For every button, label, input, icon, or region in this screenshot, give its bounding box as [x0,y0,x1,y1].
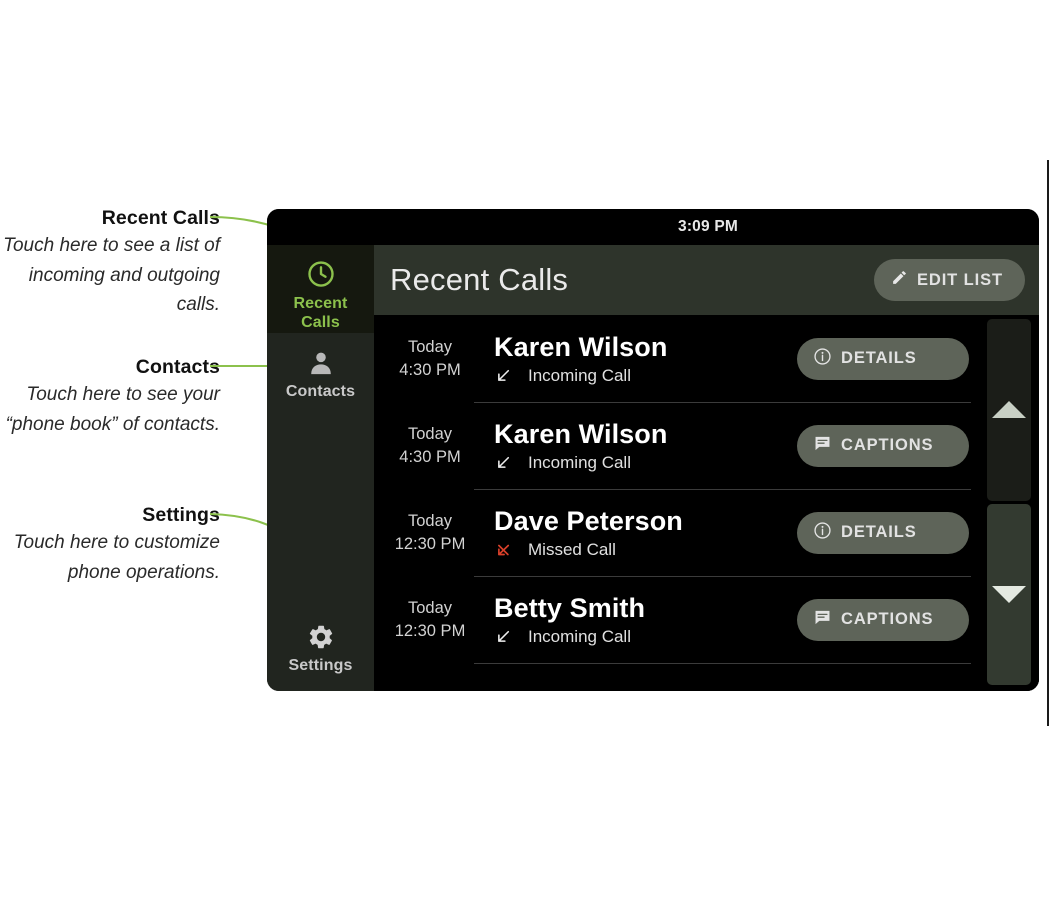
list-area: Today 4:30 PM Karen Wilson Incoming Call… [374,315,1039,691]
sidebar-item-settings[interactable]: Settings [267,609,374,691]
caller-name: Betty Smith [494,592,646,623]
table-row[interactable]: Today 4:30 PM Karen Wilson Incoming Call… [374,402,983,489]
info-circle-icon [813,521,832,545]
caller-name: (221) 555-1212 [494,690,797,692]
call-type-row: Incoming Call [494,366,797,386]
scroll-up-button[interactable] [987,319,1031,501]
caller-name: Karen Wilson [494,418,668,449]
call-time: 4:30 PM [399,447,461,466]
missed-call-icon [494,541,514,559]
gear-icon [307,623,335,651]
call-type-label: Incoming Call [528,365,631,385]
phone-device: 3:09 PM Recent Calls Contacts Settings R… [267,209,1039,691]
sidebar-item-label: Settings [288,657,353,674]
scroll-down-button[interactable] [987,503,1031,685]
sidebar-item-label: Contacts [285,383,356,400]
row-action: DETAILS [797,337,983,380]
call-timestamp: Today 4:30 PM [382,336,478,382]
sidebar-item-label: Recent Calls [293,295,348,331]
table-row[interactable]: Today (221) 555-1212 [374,663,983,691]
captions-button[interactable]: CAPTIONS [797,424,969,467]
call-info: Karen Wilson Incoming Call [478,332,797,386]
status-bar: 3:09 PM [267,209,1039,245]
captions-button[interactable]: CAPTIONS [797,598,969,641]
callout-title: Settings [142,504,220,526]
call-type-label: Incoming Call [528,452,631,472]
table-row[interactable]: Today 12:30 PM Betty Smith Incoming Call… [374,576,983,663]
pencil-icon [891,269,908,291]
callout-title: Contacts [135,356,220,378]
details-button[interactable]: DETAILS [797,511,969,554]
sidebar-item-recent-calls[interactable]: Recent Calls [267,245,374,333]
action-label: CAPTIONS [841,436,934,454]
caller-name: Karen Wilson [494,331,668,362]
call-day: Today [407,337,453,356]
row-action: CAPTIONS [797,424,983,467]
scrollbar [983,315,1039,691]
action-label: DETAILS [841,349,917,367]
table-row[interactable]: Today 4:30 PM Karen Wilson Incoming Call… [374,315,983,402]
content-panel: Recent Calls EDIT LIST Today 4:30 PM Kar… [374,245,1039,691]
info-circle-icon [813,347,832,371]
clock-icon [306,259,336,289]
table-row[interactable]: Today 12:30 PM Dave Peterson Missed Call… [374,489,983,576]
call-type-row: Incoming Call [494,453,797,473]
chat-bubble-icon [813,434,832,458]
caller-name: Dave Peterson [494,505,683,536]
person-icon [307,349,335,377]
call-time: 12:30 PM [394,534,466,553]
call-type-label: Incoming Call [528,626,631,646]
content-header: Recent Calls EDIT LIST [374,245,1039,315]
call-info: Betty Smith Incoming Call [478,593,797,647]
call-info: Dave Peterson Missed Call [478,506,797,560]
arrow-down-left-icon [494,628,514,646]
call-day: Today [407,424,453,443]
callout-body: Touch here to see a list of incoming and… [3,235,220,315]
callout-contacts: Contacts Touch here to see your “phone b… [0,354,220,439]
call-time: 4:30 PM [399,360,461,379]
arrow-down-left-icon [494,454,514,472]
page-title: Recent Calls [390,262,569,297]
recent-calls-list: Today 4:30 PM Karen Wilson Incoming Call… [374,315,983,691]
sidebar: Recent Calls Contacts Settings [267,245,374,691]
callout-body: Touch here to see your “phone book” of c… [5,384,220,435]
call-type-row: Incoming Call [494,627,797,647]
triangle-down-icon [992,585,1026,603]
row-action: DETAILS [797,511,983,554]
call-type-label: Missed Call [528,539,616,559]
call-time: 12:30 PM [394,621,466,640]
action-label: CAPTIONS [841,610,934,628]
callout-body: Touch here to customize phone operations… [13,532,220,583]
status-clock: 3:09 PM [678,218,738,235]
call-timestamp: Today 12:30 PM [382,597,478,643]
page-edge-rule [1047,160,1049,726]
callout-title: Recent Calls [101,207,220,229]
call-timestamp: Today 12:30 PM [382,510,478,556]
call-type-row: Missed Call [494,540,797,560]
callout-settings: Settings Touch here to customize phone o… [0,502,220,587]
row-action: CAPTIONS [797,598,983,641]
action-label: DETAILS [841,523,917,541]
call-day: Today [407,511,453,530]
chat-bubble-icon [813,608,832,632]
triangle-up-icon [992,401,1026,419]
sidebar-item-contacts[interactable]: Contacts [267,333,374,419]
edit-list-button[interactable]: EDIT LIST [873,259,1025,301]
call-timestamp: Today 4:30 PM [382,423,478,469]
call-day: Today [407,598,453,617]
callout-recent-calls: Recent Calls Touch here to see a list of… [0,205,220,320]
arrow-down-left-icon [494,367,514,385]
call-info: Karen Wilson Incoming Call [478,419,797,473]
device-body: Recent Calls Contacts Settings Recent Ca… [267,245,1039,691]
page-canvas: Recent Calls Touch here to see a list of… [0,0,1056,900]
details-button[interactable]: DETAILS [797,337,969,380]
call-info: (221) 555-1212 [478,690,797,692]
edit-list-label: EDIT LIST [916,270,1003,289]
